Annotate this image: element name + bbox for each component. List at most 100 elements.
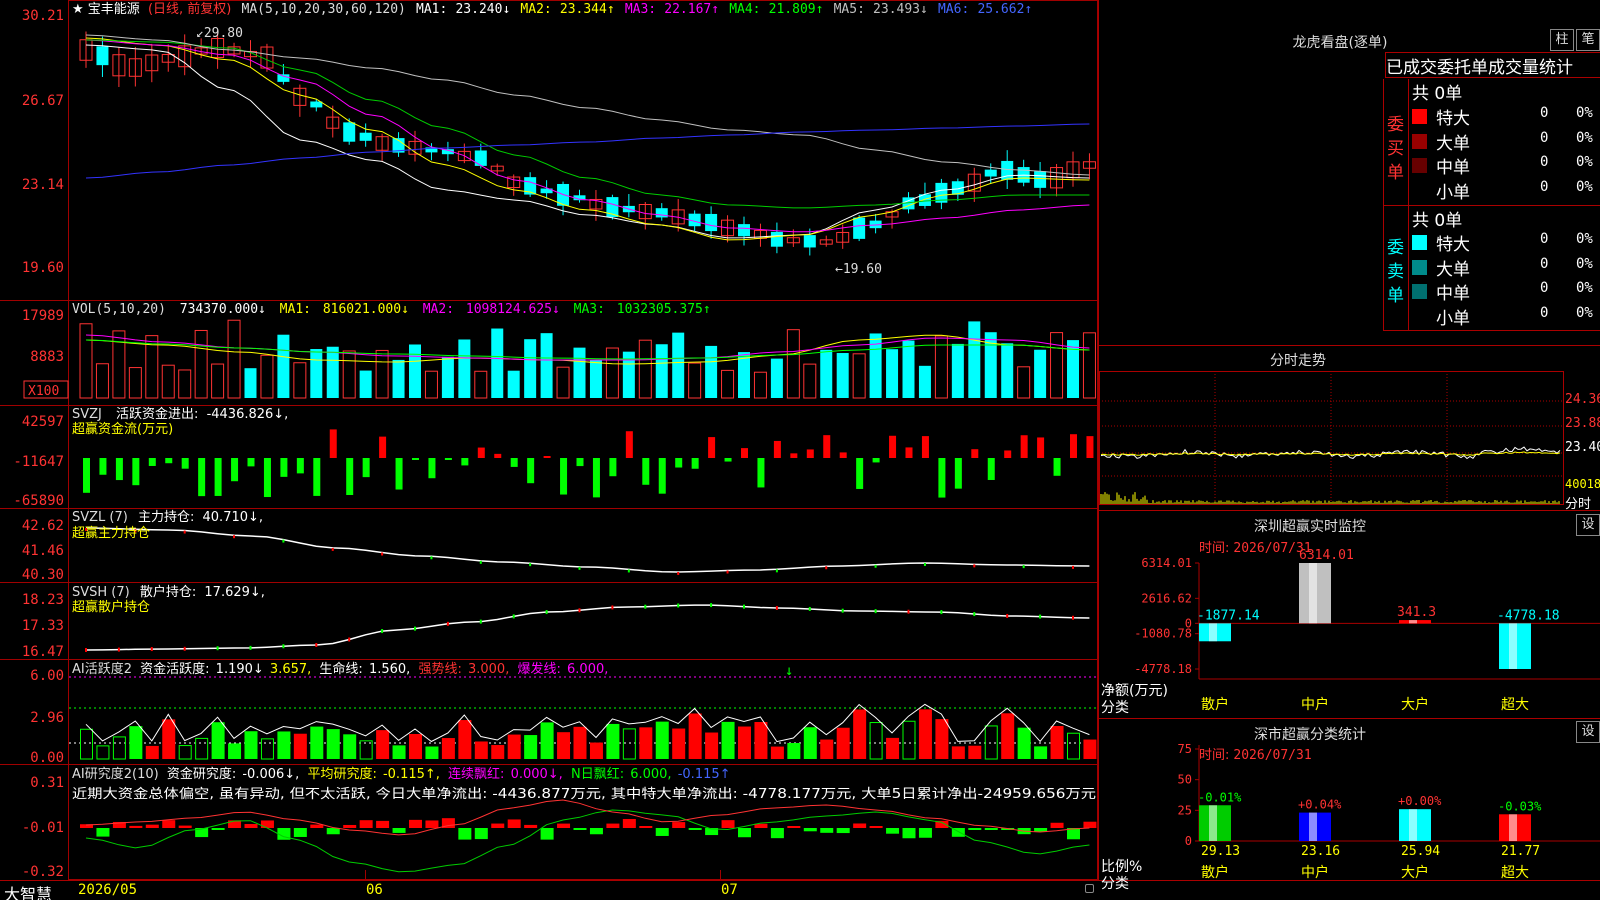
svsh-tick: 16.47 xyxy=(22,644,64,660)
position-tick xyxy=(1039,614,1042,619)
position-tick xyxy=(1022,565,1025,569)
activity-bar-hollow xyxy=(112,736,126,760)
intraday-vol: 40018 xyxy=(1565,477,1600,491)
ma-line xyxy=(85,39,1090,233)
volume-bar-up xyxy=(95,363,109,399)
classify-tick-label: 25 xyxy=(1178,803,1192,817)
intraday-chart[interactable] xyxy=(1099,371,1600,511)
ma-line xyxy=(85,123,1090,179)
classify-change-label: +0.00% xyxy=(1398,794,1442,808)
classify-tick-label: 75 xyxy=(1178,742,1192,756)
order-row: 中单 0 0% xyxy=(1412,279,1600,304)
order-count: 0 xyxy=(1540,304,1549,321)
position-tick xyxy=(249,645,252,650)
volume-bar-up xyxy=(556,366,570,399)
ma-line xyxy=(85,44,1090,239)
research-bar-green xyxy=(655,828,669,836)
order-percent: 0% xyxy=(1576,255,1593,272)
volume-bar-down xyxy=(820,349,833,398)
flow-bar-positive xyxy=(823,435,831,458)
flow-bar-negative xyxy=(346,458,354,496)
flow-bar-positive xyxy=(1086,436,1094,458)
activity-bar-red xyxy=(951,746,965,759)
activity-bar-red xyxy=(886,737,900,759)
flow-bar-negative xyxy=(675,458,683,468)
flow-bar-negative xyxy=(83,458,90,493)
price-tick: 30.21 xyxy=(22,8,64,24)
svzj-header: SVZJ 活跃资金进出: -4436.826↓, xyxy=(72,406,288,422)
flow-bar-negative xyxy=(395,458,403,490)
order-count: 0 xyxy=(1540,255,1549,272)
date-label: 06 xyxy=(366,882,383,898)
position-tick xyxy=(529,563,532,567)
classify-category-label: 散户 xyxy=(1201,864,1229,881)
volume-bar-down xyxy=(310,349,323,398)
candle-down xyxy=(738,224,750,237)
lock-icon[interactable] xyxy=(1085,884,1094,893)
research-bar-green xyxy=(820,828,834,833)
flow-bar-negative xyxy=(592,458,600,498)
volume-bar-up xyxy=(753,371,767,399)
volume-bar-down xyxy=(968,321,981,398)
volume-bar-up xyxy=(1017,366,1031,399)
research-bar-red xyxy=(557,823,571,828)
tick-mode-button[interactable]: 笔 xyxy=(1576,29,1600,51)
monitor-category-label: 中户 xyxy=(1301,696,1329,713)
activity-bar-red xyxy=(853,709,867,759)
classify-change-label: -0.01% xyxy=(1198,790,1242,804)
research-bar-red xyxy=(129,825,143,828)
position-tick xyxy=(183,646,186,651)
position-tick xyxy=(1006,613,1009,618)
monitor-bar-shine xyxy=(1309,563,1317,624)
monitor-bar-chart[interactable]: 6314.012616.620-1080.78-4778.18-1877.14散… xyxy=(1099,511,1600,719)
position-tick xyxy=(578,608,581,613)
ai1-tick: 2.96 xyxy=(30,710,64,726)
vol-header: VOL(5,10,20) 734370.000↓ MA1: 816021.000… xyxy=(72,302,711,317)
tab-order[interactable]: 委托单 xyxy=(1437,58,1488,77)
research-bar-red xyxy=(359,820,373,828)
candle-down xyxy=(343,122,356,142)
activity-bar-red xyxy=(458,720,472,759)
sell-total: 共 0单 xyxy=(1412,211,1463,231)
svzl-header: SVZL (7) 主力持仓: 40.710↓, xyxy=(72,510,263,525)
volume-bar-up xyxy=(786,329,800,399)
kline-chart-area[interactable]: ↓ 30.21 26.67 23.14 19.60 17989 8883 425… xyxy=(0,0,1098,880)
volume-bar-down xyxy=(524,339,537,398)
svzj-panel xyxy=(83,429,1094,498)
date-label: 07 xyxy=(721,882,738,898)
activity-bar-red xyxy=(705,732,719,759)
activity-bar-red xyxy=(162,719,176,759)
ai1-header: AI活跃度2 资金活跃度: 1.190↓ 3.657, 生命线: 1.560, … xyxy=(72,661,608,677)
flow-bar-positive xyxy=(905,447,913,458)
activity-bar-green xyxy=(343,734,357,759)
flow-bar-negative xyxy=(954,458,962,489)
legend-swatch xyxy=(1412,158,1427,173)
activity-bar-red xyxy=(688,713,702,759)
research-bar-green xyxy=(902,828,916,839)
tab-done[interactable]: 已成交 xyxy=(1386,58,1437,77)
dragon-title: 龙虎看盘(逐单) xyxy=(1292,35,1388,51)
svzj-subtitle: 超赢资金流(万元) xyxy=(72,421,173,437)
svzl-tick: 40.30 xyxy=(22,567,64,583)
bar-mode-button[interactable]: 柱 xyxy=(1550,29,1574,51)
buy-side-label: 委买单 xyxy=(1387,115,1404,183)
activity-bar-green xyxy=(721,721,735,759)
monitor-category-label: 超大 xyxy=(1501,697,1529,713)
volume-bar-up xyxy=(260,354,274,399)
volume-bar-up xyxy=(375,349,389,399)
volume-bar-down xyxy=(770,358,783,398)
tab-stats[interactable]: 成交量统计 xyxy=(1488,58,1573,77)
intraday-price: 23.88 xyxy=(1565,416,1600,431)
position-tick xyxy=(907,609,910,614)
position-tick xyxy=(578,566,581,570)
volume-bar-down xyxy=(244,368,257,398)
research-bar-red xyxy=(869,826,883,828)
flow-bar-positive xyxy=(379,436,387,458)
flow-bar-positive xyxy=(625,431,633,458)
classify-bar-chart[interactable]: 75 50 25 0 -0.01% 29.13 散户 +0.04% 23.16 中户 +0.00% 2… xyxy=(1099,719,1600,881)
position-tick xyxy=(479,560,482,564)
flow-bar-negative xyxy=(263,458,271,498)
activity-bar-hollow xyxy=(80,728,93,760)
svzl-panel xyxy=(85,527,1090,575)
flow-bar-negative xyxy=(724,458,732,462)
